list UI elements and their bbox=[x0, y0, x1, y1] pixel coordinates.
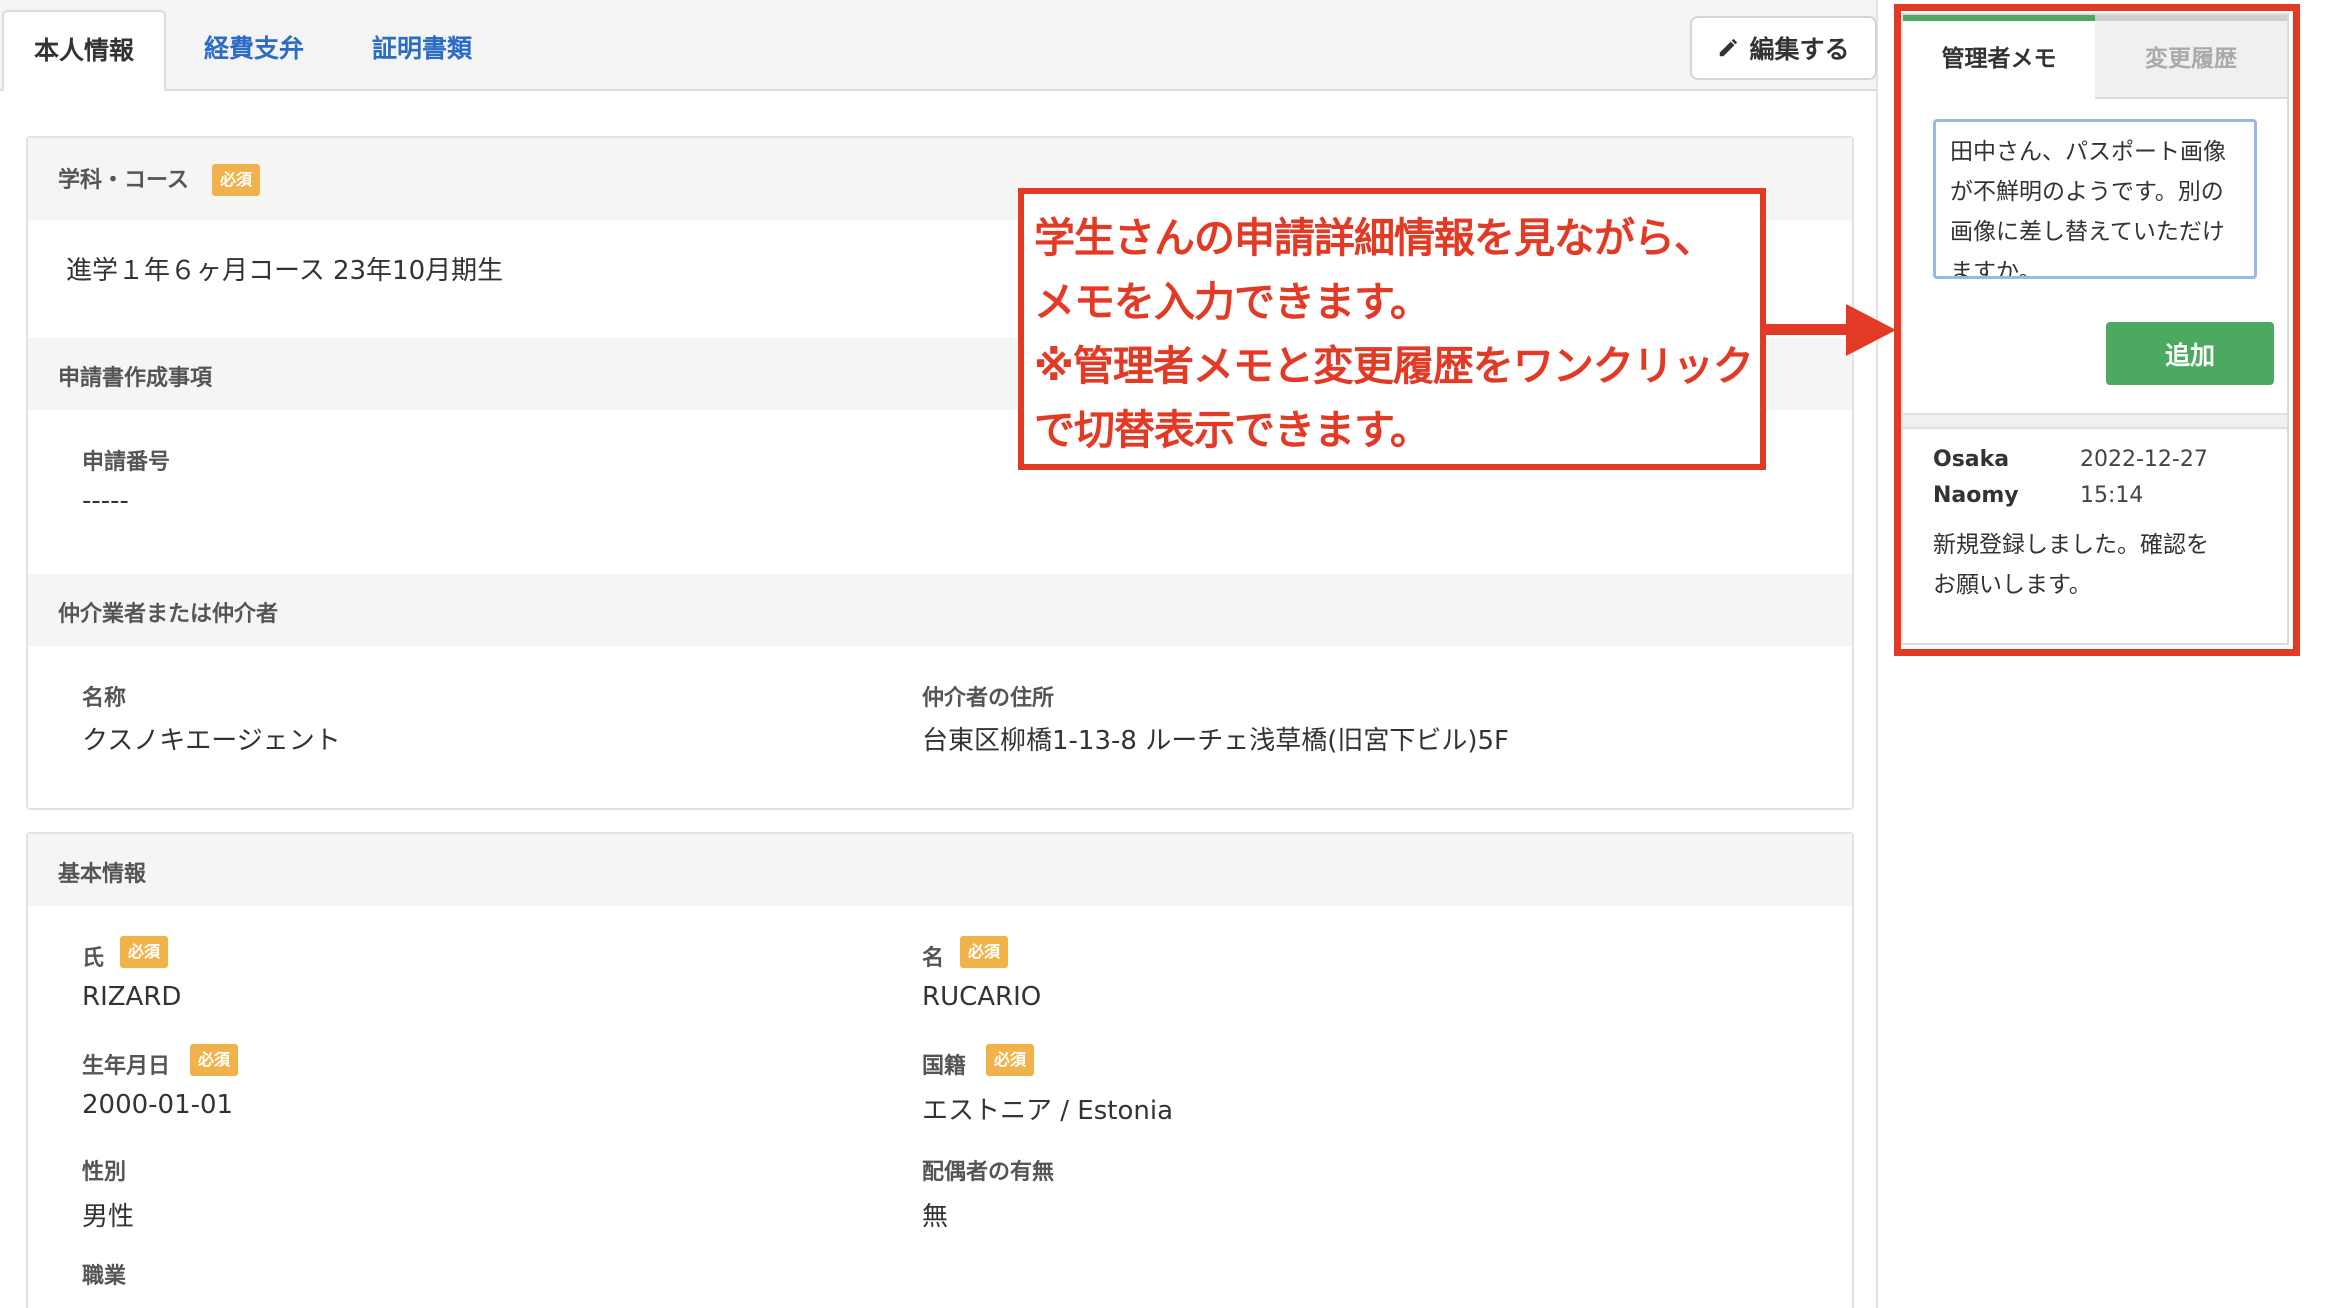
required-badge: 必須 bbox=[960, 936, 1009, 968]
callout-arrow-icon bbox=[1764, 304, 1896, 356]
tab-certificates[interactable]: 証明書類 bbox=[352, 10, 492, 92]
nationality-label: 国籍 bbox=[922, 1054, 967, 1079]
application-section-title: 申請書作成事項 bbox=[58, 366, 213, 391]
required-badge: 必須 bbox=[986, 1044, 1035, 1076]
basic-section-header: 基本情報 bbox=[28, 834, 1852, 906]
callout-line-4: で切替表示できます。 bbox=[1034, 406, 1431, 454]
callout-line-2: メモを入力できます。 bbox=[1034, 278, 1431, 326]
gender-value: 男性 bbox=[82, 1202, 135, 1232]
edit-button-label: 編集する bbox=[1749, 35, 1850, 64]
basic-section-title: 基本情報 bbox=[58, 862, 147, 887]
callout-highlight-frame bbox=[1894, 4, 2300, 656]
required-badge: 必須 bbox=[120, 936, 169, 968]
last-name-value: RIZARD bbox=[82, 982, 182, 1012]
tab-personal-info[interactable]: 本人情報 bbox=[2, 10, 166, 92]
occupation-label: 職業 bbox=[82, 1264, 127, 1289]
birthdate-value: 2000-01-01 bbox=[82, 1090, 234, 1120]
nationality-value: エストニア / Estonia bbox=[922, 1096, 1173, 1126]
pencil-icon bbox=[1720, 38, 1738, 57]
edit-button[interactable]: 編集する bbox=[1690, 16, 1877, 80]
callout-annotation-box: 学生さんの申請詳細情報を見ながら、 メモを入力できます。 ※管理者メモと変更履歴… bbox=[1018, 188, 1766, 470]
tab-bar: 本人情報 経費支弁 証明書類 bbox=[0, 0, 1876, 92]
agent-address-label: 仲介者の住所 bbox=[922, 686, 1055, 711]
callout-line-3: ※管理者メモと変更履歴をワンクリック bbox=[1034, 342, 1754, 390]
required-badge: 必須 bbox=[190, 1044, 239, 1076]
spouse-label: 配偶者の有無 bbox=[922, 1160, 1055, 1185]
gender-label: 性別 bbox=[82, 1160, 127, 1185]
first-name-label: 名 bbox=[922, 946, 945, 971]
application-number-label: 申請番号 bbox=[82, 450, 171, 475]
agent-section-header: 仲介業者または仲介者 bbox=[28, 574, 1852, 646]
course-value: 進学１年６ヶ月コース 23年10月期生 bbox=[66, 256, 504, 286]
agent-name-label: 名称 bbox=[82, 686, 127, 711]
tab-expense-support[interactable]: 経費支弁 bbox=[184, 10, 324, 92]
spouse-value: 無 bbox=[922, 1202, 949, 1232]
agent-section-title: 仲介業者または仲介者 bbox=[58, 602, 279, 627]
course-section-title: 学科・コース bbox=[58, 168, 189, 193]
agent-name-value: クスノキエージェント bbox=[82, 726, 341, 756]
first-name-value: RUCARIO bbox=[922, 982, 1042, 1012]
basic-info-card: 基本情報 氏 必須 RIZARD 名 必須 RUCARIO 生年月日 必須 20… bbox=[26, 832, 1854, 1308]
agent-address-value: 台東区柳橋1-13-8 ルーチェ浅草橋(旧宮下ビル)5F bbox=[922, 726, 1509, 756]
callout-line-1: 学生さんの申請詳細情報を見ながら、 bbox=[1034, 214, 1715, 262]
birthdate-label: 生年月日 bbox=[82, 1054, 171, 1079]
application-number-value: ----- bbox=[82, 486, 129, 516]
last-name-label: 氏 bbox=[82, 946, 105, 971]
required-badge: 必須 bbox=[212, 164, 261, 196]
